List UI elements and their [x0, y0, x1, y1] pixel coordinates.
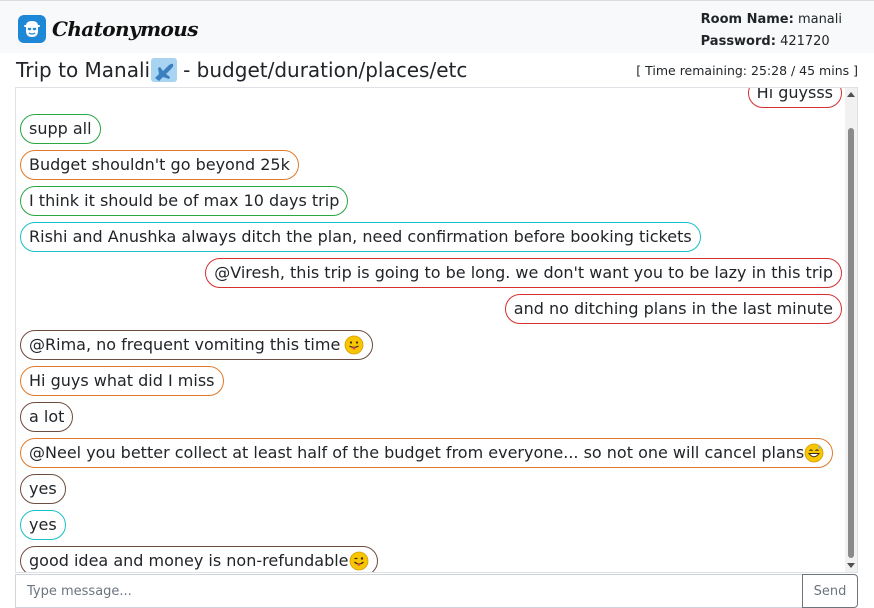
chat-message: yes — [20, 510, 66, 540]
scroll-up-icon[interactable] — [847, 92, 855, 97]
chat-message-text: Rishi and Anushka always ditch the plan,… — [29, 227, 692, 246]
chat-message: Budget shouldn't go beyond 25k — [20, 150, 299, 180]
chat-message: yes — [20, 474, 66, 504]
chat-message: a lot — [20, 402, 74, 432]
anonymous-mask-logo-icon — [18, 15, 46, 43]
chat-message-text: Hi guysss — [756, 87, 833, 102]
room-password-value: 421720 — [780, 34, 830, 49]
chat-message-text: @Rima, no frequent vomiting this time — [29, 335, 341, 354]
chat-message: @Viresh, this trip is going to be long. … — [205, 258, 842, 288]
scroll-thumb[interactable] — [848, 128, 854, 558]
chat-message: I think it should be of max 10 days trip — [20, 186, 349, 216]
message-input[interactable] — [15, 574, 802, 608]
room-password-label: Password: — [700, 34, 776, 49]
chat-message-text: yes — [29, 479, 57, 498]
send-button[interactable]: Send — [802, 574, 858, 608]
scrollbar[interactable] — [845, 88, 857, 572]
chat-message: supp all — [20, 114, 101, 144]
chat-page: Chatonymous Room Name: manali Password: … — [0, 0, 874, 608]
navbar: Chatonymous Room Name: manali Password: … — [0, 0, 874, 53]
brand[interactable]: Chatonymous — [18, 15, 198, 43]
chat-message: Hi guysss — [747, 87, 842, 108]
message-list[interactable]: good idea and money is non-refundable yes… — [15, 87, 858, 573]
chat-message: and no ditching plans in the last minute — [504, 294, 842, 324]
chat-message: good idea and money is non-refundable — [20, 546, 378, 572]
chat-message: Rishi and Anushka always ditch the plan,… — [20, 222, 701, 252]
room-password-row: Password: 421720 — [701, 31, 842, 53]
room-name-value: manali — [797, 12, 842, 27]
room-info: Room Name: manali Password: 421720 — [701, 9, 842, 53]
composer: Send — [15, 574, 858, 608]
chat-message-text: Hi guys what did I miss — [29, 371, 215, 390]
chat-message-text: a lot — [29, 407, 65, 426]
airplane-icon — [151, 58, 178, 82]
chat-message-text: Budget shouldn't go beyond 25k — [29, 155, 290, 174]
winking-tongue-emoji-icon — [349, 551, 369, 571]
chat-message: @Neel you better collect at least half o… — [20, 438, 834, 468]
tongue-emoji-icon — [344, 335, 364, 355]
time-remaining: [ Time remaining: 25:28 / 45 mins ] — [636, 63, 858, 78]
chat-message-text: @Neel you better collect at least half o… — [29, 443, 805, 462]
chat-message-text: yes — [29, 515, 57, 534]
app-name: Chatonymous — [52, 17, 198, 41]
grin-sweat-emoji-icon — [804, 443, 824, 463]
chat-message: @Rima, no frequent vomiting this time — [20, 330, 374, 360]
chat-message-text: supp all — [29, 119, 92, 138]
chat-message-text: @Viresh, this trip is going to be long. … — [214, 263, 833, 282]
chat-message: Hi guys what did I miss — [20, 366, 224, 396]
chat-message-text: I think it should be of max 10 days trip — [29, 191, 340, 210]
chat-title-prefix: Trip to Manali — [16, 58, 151, 82]
room-name-label: Room Name: — [700, 12, 794, 27]
chat-message-text: and no ditching plans in the last minute — [513, 299, 833, 318]
scroll-down-icon[interactable] — [847, 563, 855, 568]
chat-title: Trip to Manali - budget/duration/places/… — [16, 58, 467, 82]
room-name-row: Room Name: manali — [701, 9, 842, 31]
chat-message-text: good idea and money is non-refundable — [29, 551, 349, 570]
chat-title-suffix: - budget/duration/places/etc — [183, 58, 468, 82]
